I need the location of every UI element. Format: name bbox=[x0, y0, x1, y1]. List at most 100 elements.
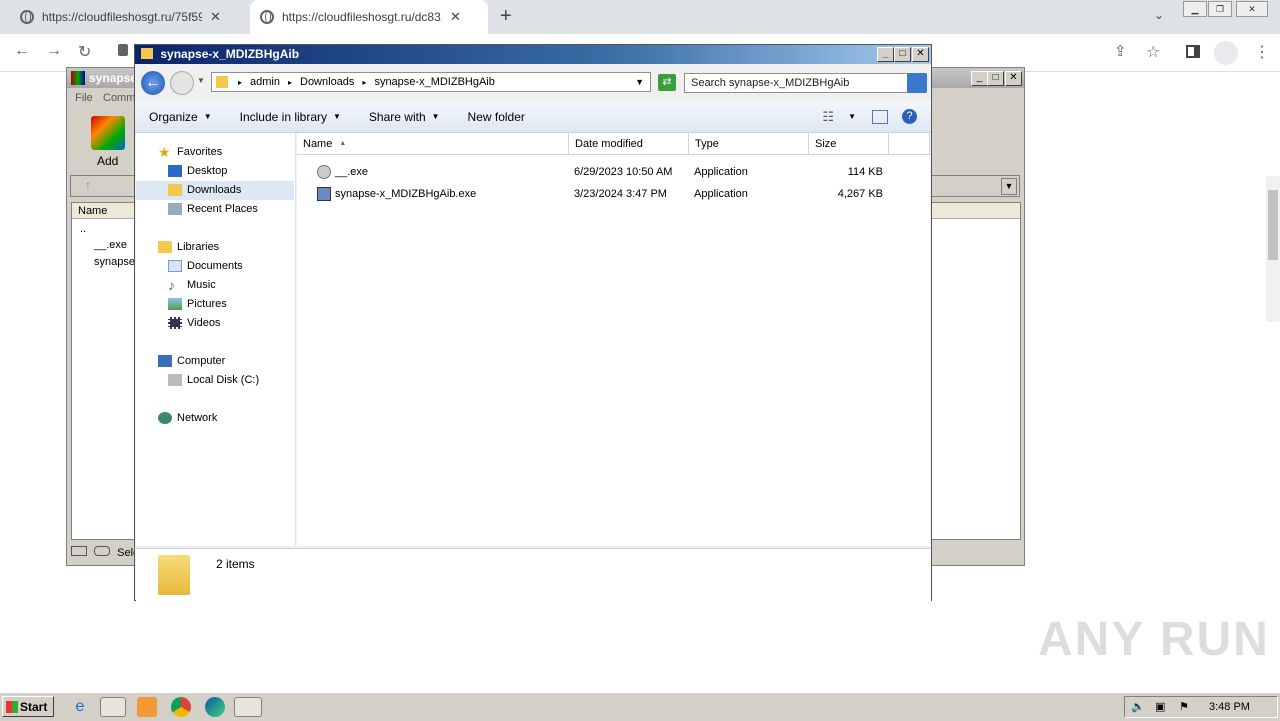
windows-logo-icon bbox=[6, 701, 18, 713]
column-name[interactable]: Name ▲ bbox=[297, 133, 569, 155]
chrome-icon[interactable] bbox=[171, 697, 191, 717]
tab-search-chevron-icon[interactable]: ⌄ bbox=[1154, 8, 1164, 22]
view-dropdown-icon[interactable]: ▼ bbox=[848, 112, 856, 121]
column-date-modified[interactable]: Date modified bbox=[569, 133, 689, 155]
new-folder-button[interactable]: New folder bbox=[468, 110, 525, 124]
clock[interactable]: 3:48 PM bbox=[1209, 697, 1250, 717]
back-icon[interactable]: ← bbox=[14, 42, 30, 60]
explorer-title-bar[interactable]: synapse-x_MDIZBHgAib _ □ ✕ bbox=[135, 45, 931, 64]
dropdown-arrow-icon[interactable]: ▼ bbox=[1001, 178, 1017, 195]
breadcrumb-item[interactable]: synapse-x_MDIZBHgAib bbox=[374, 76, 494, 88]
restore-icon[interactable]: ❐ bbox=[1208, 1, 1232, 17]
breadcrumb-item[interactable]: admin bbox=[250, 76, 280, 88]
refresh-icon[interactable]: ⇄ bbox=[658, 74, 676, 91]
file-type: Application bbox=[694, 166, 748, 178]
books-archive-icon[interactable] bbox=[91, 116, 125, 150]
forward-icon[interactable]: → bbox=[46, 42, 62, 60]
explorer-window[interactable]: synapse-x_MDIZBHgAib _ □ ✕ ← ▼ ▸ admin ▸… bbox=[134, 44, 932, 601]
close-window-icon[interactable]: ✕ bbox=[1236, 1, 1268, 17]
forward-arrow-icon[interactable] bbox=[170, 71, 194, 95]
nav-local-disk[interactable]: Local Disk (C:) bbox=[136, 371, 294, 390]
explorer-taskbar-icon[interactable] bbox=[100, 697, 126, 717]
globe-icon bbox=[260, 10, 274, 24]
nav-videos[interactable]: Videos bbox=[136, 314, 294, 333]
side-panel-icon[interactable] bbox=[1186, 45, 1200, 58]
table-row[interactable]: __.exe 6/29/2023 10:50 AM Application 11… bbox=[297, 161, 930, 183]
volume-icon[interactable]: 🔈 bbox=[1131, 697, 1145, 717]
start-button[interactable]: Start bbox=[2, 696, 54, 717]
file-name: synapse-x_MDIZBHgAib.exe bbox=[335, 188, 477, 200]
nav-recent-places[interactable]: Recent Places bbox=[136, 200, 294, 219]
file-size: 4,267 KB bbox=[837, 188, 883, 200]
preview-pane-icon[interactable] bbox=[872, 109, 888, 124]
media-player-icon[interactable] bbox=[137, 697, 157, 717]
minimize-icon[interactable]: ▁ bbox=[1183, 1, 1207, 17]
include-in-library-button[interactable]: Include in library bbox=[240, 110, 327, 124]
list-item[interactable]: .. bbox=[80, 223, 86, 235]
up-arrow-icon[interactable]: ↑ bbox=[85, 178, 91, 192]
close-icon[interactable]: ✕ bbox=[912, 47, 929, 62]
minimize-icon[interactable]: _ bbox=[877, 47, 894, 62]
share-icon[interactable]: ⇪ bbox=[1114, 42, 1127, 60]
share-with-button[interactable]: Share with bbox=[369, 110, 426, 124]
nav-libraries[interactable]: Libraries bbox=[136, 238, 294, 257]
nav-desktop[interactable]: Desktop bbox=[136, 162, 294, 181]
downloads-folder-icon bbox=[168, 184, 182, 196]
reload-icon[interactable]: ↻ bbox=[78, 42, 91, 62]
nav-label: Recent Places bbox=[187, 203, 258, 215]
address-bar[interactable]: ▸ admin ▸ Downloads ▸ synapse-x_MDIZBHgA… bbox=[211, 72, 651, 92]
winrar-icon bbox=[71, 71, 85, 85]
nav-network[interactable]: Network bbox=[136, 409, 294, 428]
network-tray-icon[interactable]: ▣ bbox=[1155, 697, 1165, 717]
organize-button[interactable]: Organize bbox=[149, 110, 198, 124]
dropdown-arrow-icon: ▼ bbox=[431, 112, 440, 121]
nav-label: Favorites bbox=[177, 146, 223, 158]
nav-downloads[interactable]: Downloads bbox=[136, 181, 294, 200]
search-input[interactable]: Search synapse-x_MDIZBHgAib bbox=[684, 73, 926, 93]
profile-avatar[interactable] bbox=[1214, 41, 1238, 65]
close-tab-icon[interactable]: ✕ bbox=[450, 9, 461, 25]
column-type[interactable]: Type bbox=[689, 133, 809, 155]
bookmark-star-icon[interactable]: ☆ bbox=[1146, 42, 1160, 62]
page-scrollbar[interactable] bbox=[1266, 176, 1280, 322]
browser-tab-2[interactable]: https://cloudfileshosgt.ru/dc831eb2 ✕ bbox=[250, 0, 488, 34]
maximize-icon[interactable]: □ bbox=[894, 47, 911, 62]
browser-tab-1[interactable]: https://cloudfileshosgt.ru/75f59e11( ✕ bbox=[10, 0, 246, 34]
list-item[interactable]: __.exe bbox=[94, 239, 127, 251]
drive-icon bbox=[71, 546, 87, 556]
flag-icon[interactable]: ⚑ bbox=[1179, 697, 1189, 717]
list-item[interactable]: synapse bbox=[94, 256, 135, 268]
winrar-taskbar-icon[interactable] bbox=[234, 697, 262, 717]
column-size[interactable]: Size bbox=[809, 133, 889, 155]
column-spacer bbox=[889, 133, 930, 155]
breadcrumb-item[interactable]: Downloads bbox=[300, 76, 354, 88]
nav-music[interactable]: ♪ Music bbox=[136, 276, 294, 295]
new-tab-button[interactable]: + bbox=[500, 5, 512, 28]
view-options-icon[interactable]: ☷ bbox=[822, 109, 834, 125]
maximize-icon[interactable]: □ bbox=[987, 71, 1004, 86]
internet-explorer-icon[interactable]: e bbox=[70, 697, 90, 717]
edge-icon[interactable] bbox=[205, 697, 225, 717]
menu-file[interactable]: File bbox=[75, 92, 93, 104]
search-icon[interactable] bbox=[907, 73, 927, 93]
system-tray: 🔈 ▣ ⚑ 3:48 PM bbox=[1124, 696, 1278, 718]
close-tab-icon[interactable]: ✕ bbox=[210, 9, 221, 25]
music-icon: ♪ bbox=[168, 277, 175, 293]
close-icon[interactable]: ✕ bbox=[1005, 71, 1022, 86]
add-button[interactable]: Add bbox=[97, 154, 118, 168]
history-dropdown-icon[interactable]: ▼ bbox=[197, 76, 205, 85]
item-count: 2 items bbox=[216, 557, 255, 571]
menu-kebab-icon[interactable]: ⋮ bbox=[1254, 42, 1270, 62]
scrollbar-thumb[interactable] bbox=[1268, 190, 1278, 260]
nav-favorites[interactable]: ★ Favorites bbox=[136, 143, 294, 162]
menu-commands[interactable]: Comm bbox=[103, 92, 135, 104]
nav-pictures[interactable]: Pictures bbox=[136, 295, 294, 314]
minimize-icon[interactable]: _ bbox=[971, 71, 988, 86]
nav-computer[interactable]: Computer bbox=[136, 352, 294, 371]
back-arrow-icon[interactable]: ← bbox=[141, 71, 165, 95]
help-icon[interactable]: ? bbox=[902, 109, 917, 124]
nav-label: Local Disk (C:) bbox=[187, 374, 260, 386]
nav-documents[interactable]: Documents bbox=[136, 257, 294, 276]
table-row[interactable]: synapse-x_MDIZBHgAib.exe 3/23/2024 3:47 … bbox=[297, 183, 930, 205]
address-dropdown-icon[interactable]: ▼ bbox=[635, 77, 644, 87]
